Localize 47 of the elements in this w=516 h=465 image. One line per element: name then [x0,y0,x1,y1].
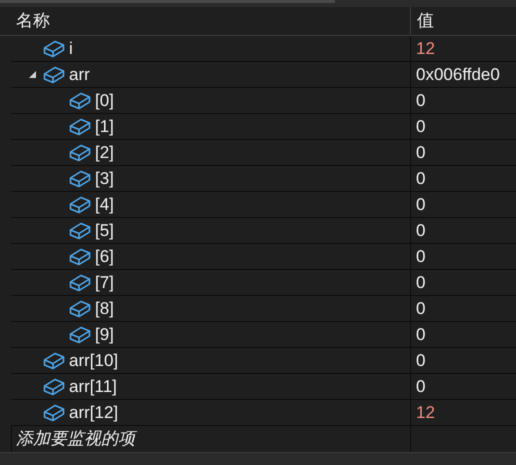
variable-value: 0 [416,350,426,372]
variable-name: [7] [95,272,114,294]
variable-value: 12 [416,38,435,60]
variable-value: 0 [416,194,426,216]
variable-value: 0 [416,272,426,294]
column-header[interactable]: 名称 [16,8,50,34]
variable-box-icon [43,376,65,396]
variable-name: arr[11] [69,376,117,398]
variable-name: [1] [95,116,114,138]
variable-name: [4] [95,194,114,216]
variable-value: 0 [416,324,426,346]
variable-box-icon [43,64,65,84]
variable-name: arr[10] [69,350,118,372]
variable-name: i [69,38,73,60]
variable-name: [5] [95,220,114,242]
variable-box-icon [69,90,91,110]
variable-value: 0 [416,142,426,164]
variable-box-icon [69,142,91,162]
variable-name: arr [69,64,90,86]
variable-value: 0 [416,298,426,320]
variable-value: 0 [416,116,426,138]
variable-value: 12 [416,402,435,424]
variable-name: [9] [95,324,114,346]
variable-name: [3] [95,168,114,190]
variable-box-icon [43,402,65,422]
variable-value: 0x006ffde0 [416,64,500,86]
variable-value: 0 [416,220,426,242]
variable-value: 0 [416,90,426,112]
variable-value: 0 [416,246,426,268]
variable-value: 0 [416,376,426,398]
variable-name: [0] [95,90,114,112]
variable-box-icon [43,38,65,58]
variable-box-icon [69,272,91,292]
variable-box-icon [69,298,91,318]
variable-name: [6] [95,246,114,268]
variable-name: [8] [95,298,114,320]
variable-box-icon [43,350,65,370]
variable-name: [2] [95,142,114,164]
variable-box-icon [69,220,91,240]
variable-box-icon [69,246,91,266]
variable-box-icon [69,194,91,214]
variable-box-icon [69,324,91,344]
variable-value: 0 [416,168,426,190]
variable-box-icon [69,168,91,188]
column-header[interactable]: 值 [417,8,434,34]
variable-box-icon [69,116,91,136]
variable-name: arr[12] [69,402,118,424]
